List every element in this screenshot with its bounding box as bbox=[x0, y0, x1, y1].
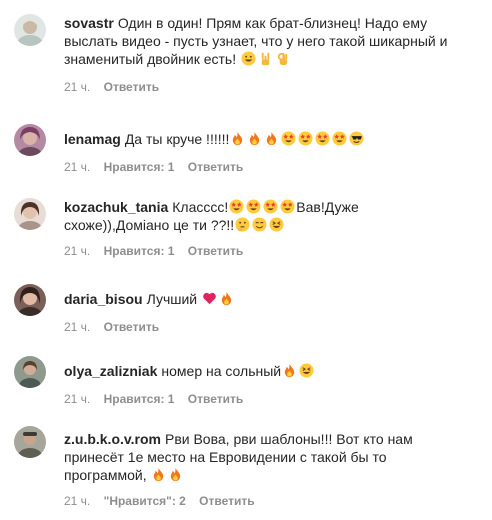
fire-emoji-icon bbox=[230, 131, 245, 146]
comment-username[interactable]: olya_zalizniak bbox=[64, 363, 157, 379]
comment-username[interactable]: daria_bisou bbox=[64, 291, 143, 307]
fire-emoji-icon bbox=[219, 291, 234, 306]
comment-username[interactable]: z.u.b.k.o.v.rom bbox=[64, 431, 161, 447]
likes-count[interactable]: Нравится: 1 bbox=[104, 392, 175, 406]
sunglasses-emoji-icon bbox=[349, 131, 364, 146]
avatar-image bbox=[14, 198, 46, 230]
fire-emoji-icon bbox=[168, 467, 183, 482]
avatar-image bbox=[14, 426, 46, 458]
comments-list: sovastr Один в один! Прям как брат-близне… bbox=[0, 0, 492, 520]
comment-time[interactable]: 21 ч. bbox=[64, 160, 90, 174]
comment-body: Да ты круче !!!!!! bbox=[124, 131, 230, 147]
star-struck-emoji-icon bbox=[280, 199, 295, 214]
comment-username[interactable]: kozachuk_tania bbox=[64, 199, 168, 215]
comment-time[interactable]: 21 ч. bbox=[64, 392, 90, 406]
laugh-emoji-icon bbox=[299, 363, 314, 378]
star-struck-emoji-icon bbox=[281, 131, 296, 146]
comment-meta: 21 ч. Нравится: 1 Ответить bbox=[64, 392, 464, 406]
avatar[interactable] bbox=[14, 284, 46, 316]
comment-body: Лучший bbox=[146, 291, 198, 307]
comment-time[interactable]: 21 ч. bbox=[64, 244, 90, 258]
rock-hand-emoji-icon bbox=[258, 51, 273, 66]
avatar-image bbox=[14, 124, 46, 156]
fire-emoji-icon bbox=[282, 363, 297, 378]
comment-text: z.u.b.k.o.v.rom Рви Вова, рви шаблоны!!! … bbox=[64, 430, 464, 484]
fire-emoji-icon bbox=[264, 131, 279, 146]
likes-count[interactable]: "Нравится": 2 bbox=[104, 494, 186, 508]
fire-emoji-icon bbox=[247, 131, 262, 146]
avatar-image bbox=[14, 356, 46, 388]
comment-meta: 21 ч. Ответить bbox=[64, 320, 464, 334]
avatar[interactable] bbox=[14, 198, 46, 230]
star-struck-emoji-icon bbox=[229, 199, 244, 214]
likes-count[interactable]: Нравится: 1 bbox=[104, 160, 175, 174]
avatar-image bbox=[14, 14, 46, 46]
star-struck-emoji-icon bbox=[246, 199, 261, 214]
comment-text: daria_bisou Лучший bbox=[64, 290, 464, 308]
comment-time[interactable]: 21 ч. bbox=[64, 320, 90, 334]
reply-button[interactable]: Ответить bbox=[104, 80, 159, 94]
comment-meta: 21 ч. Ответить bbox=[64, 80, 464, 94]
comment-time[interactable]: 21 ч. bbox=[64, 494, 90, 508]
reply-button[interactable]: Ответить bbox=[188, 160, 243, 174]
heart-emoji-icon bbox=[202, 291, 217, 306]
reply-button[interactable]: Ответить bbox=[188, 244, 243, 258]
reply-button[interactable]: Ответить bbox=[104, 320, 159, 334]
comment-meta: 21 ч. Нравится: 1 Ответить bbox=[64, 244, 464, 258]
star-struck-emoji-icon bbox=[332, 131, 347, 146]
comment-body: номер на сольный bbox=[161, 363, 282, 379]
ok-hand-emoji-icon bbox=[275, 51, 290, 66]
comment-body: Класссс! bbox=[172, 199, 229, 215]
fire-emoji-icon bbox=[151, 467, 166, 482]
avatar-image bbox=[14, 284, 46, 316]
reply-button[interactable]: Ответить bbox=[199, 494, 254, 508]
comment-text: kozachuk_tania Класссс! Вав!Дуже схоже)),Д… bbox=[64, 198, 464, 234]
thinking-emoji-icon bbox=[235, 217, 250, 232]
avatar[interactable] bbox=[14, 124, 46, 156]
avatar[interactable] bbox=[14, 426, 46, 458]
comment-username[interactable]: lenamag bbox=[64, 131, 121, 147]
star-struck-emoji-icon bbox=[263, 199, 278, 214]
star-struck-emoji-icon bbox=[298, 131, 313, 146]
comment-text: lenamag Да ты круче !!!!!! bbox=[64, 130, 464, 148]
laugh-emoji-icon bbox=[269, 217, 284, 232]
grin-emoji-icon bbox=[241, 51, 256, 66]
comment-meta: 21 ч. Нравится: 1 Ответить bbox=[64, 160, 464, 174]
smile-emoji-icon bbox=[252, 217, 267, 232]
reply-button[interactable]: Ответить bbox=[188, 392, 243, 406]
avatar[interactable] bbox=[14, 14, 46, 46]
avatar[interactable] bbox=[14, 356, 46, 388]
comment-text: olya_zalizniak номер на сольный bbox=[64, 362, 464, 380]
comment-meta: 21 ч. "Нравится": 2 Ответить bbox=[64, 494, 464, 508]
comment-text: sovastr Один в один! Прям как брат-близне… bbox=[64, 14, 464, 68]
star-struck-emoji-icon bbox=[315, 131, 330, 146]
likes-count[interactable]: Нравится: 1 bbox=[104, 244, 175, 258]
comment-username[interactable]: sovastr bbox=[64, 15, 114, 31]
comment-time[interactable]: 21 ч. bbox=[64, 80, 90, 94]
